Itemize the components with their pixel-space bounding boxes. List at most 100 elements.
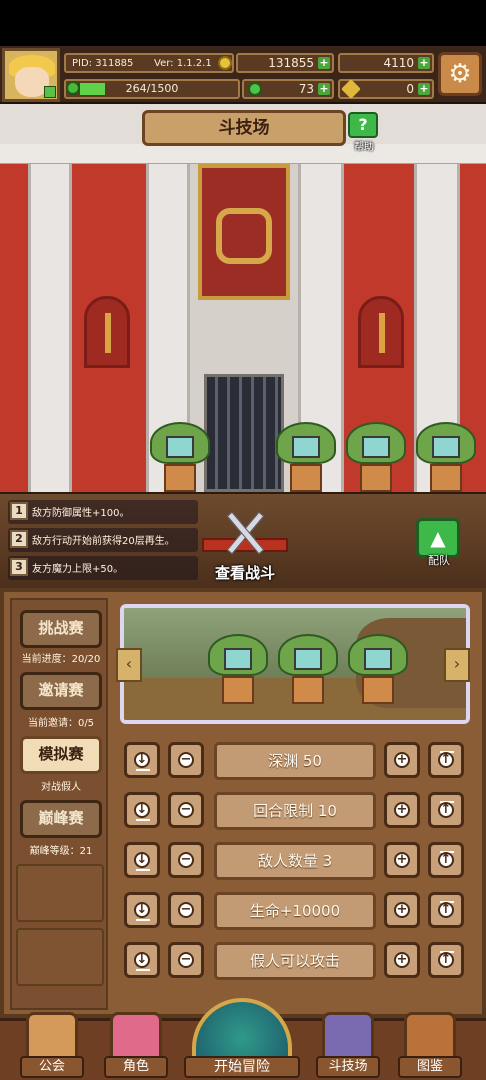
setting-value: 回合限制 10 [214,792,376,830]
max-button[interactable]: ↑ [428,742,464,778]
setting-row-dummy-attack: ↓ − 假人可以攻击 + ↑ [124,942,466,982]
gem-counter: 4110 + [338,53,434,73]
pillar [28,164,72,492]
setting-row-hp: ↓ − 生命+10000 + ↑ [124,892,466,932]
help-button[interactable]: ? 帮助 [348,112,380,153]
key-icon [341,79,361,99]
gold-coin-icon [218,56,232,70]
setting-value: 假人可以攻击 [214,942,376,980]
setting-value: 生命+10000 [214,892,376,930]
modifier-number: 3 [10,558,28,576]
gold-counter: 131855 + [236,53,334,73]
increase-button[interactable]: + [384,742,420,778]
key-value: 0 [406,82,414,96]
team-label: 配队 [428,554,450,567]
decrease-button[interactable]: − [168,742,204,778]
nav-character[interactable]: 角色 [104,1012,168,1078]
clover-counter: 73 + [242,79,334,99]
settings-gear-icon[interactable]: ⚙ [438,52,482,96]
modifier-number: 1 [10,502,28,520]
modifier-row: 1 敌方防御属性+100。 [8,500,198,524]
max-button[interactable]: ↑ [428,942,464,978]
stamina-bar: 264/1500 [64,79,240,99]
crossed-swords-icon [218,508,272,558]
increase-button[interactable]: + [384,792,420,828]
plant-dummy-sprite [416,422,476,492]
sword-niche [84,296,130,368]
empty-mode-slot [16,864,104,922]
sword-icon [105,313,111,353]
min-button[interactable]: ↓ [124,892,160,928]
add-gold-button[interactable]: + [318,57,330,69]
decrease-button[interactable]: − [168,892,204,928]
arena-banner [198,164,290,300]
preview-dummy-sprite [278,634,338,706]
mode-simulation-desc: 对战假人 [41,782,81,793]
nav-codex[interactable]: 图鉴 [398,1012,462,1078]
avatar-badge-icon [44,86,56,98]
increase-button[interactable]: + [384,942,420,978]
nav-guild-label: 公会 [20,1056,84,1078]
max-button[interactable]: ↑ [428,842,464,878]
mode-simulation-button[interactable]: 模拟赛 [20,736,102,774]
team-setup-button[interactable]: ▲ 配队 [416,518,462,570]
player-avatar[interactable] [2,48,60,102]
mode-invitational-button[interactable]: 邀请赛 [20,672,102,710]
decrease-button[interactable]: − [168,792,204,828]
preview-next-arrow-icon[interactable]: › [444,648,470,682]
modifier-row: 2 敌方行动开始前获得20层再生。 [8,528,198,552]
setting-row-enemies: ↓ − 敌人数量 3 + ↑ [124,842,466,882]
sword-niche [358,296,404,368]
mode-peak-button[interactable]: 巅峰赛 [20,800,102,838]
plant-dummy-sprite [346,422,406,492]
status-bar-area [0,0,486,46]
min-button[interactable]: ↓ [124,842,160,878]
mode-column: 挑战赛 当前进度：20/20 邀请赛 当前邀请：0/5 模拟赛 对战假人 巅峰赛… [10,598,108,1010]
sword-icon [379,313,385,353]
modifier-row: 3 友方魔力上限+50。 [8,556,198,580]
add-clover-button[interactable]: + [318,83,330,95]
preview-dummy-sprite [348,634,408,706]
preview-prev-arrow-icon[interactable]: ‹ [116,648,142,682]
mode-invitational-progress: 当前邀请：0/5 [27,718,95,729]
nav-start-adventure[interactable]: 开始冒险 [184,998,300,1080]
guild-hall-icon [26,1012,78,1060]
plant-dummy-sprite [150,422,210,492]
battle-preview [120,604,470,724]
modifier-text: 敌方行动开始前获得20层再生。 [32,536,175,547]
nav-character-label: 角色 [104,1056,168,1078]
min-button[interactable]: ↓ [124,742,160,778]
arena-scene [0,104,486,492]
stamina-value: 264/1500 [125,82,179,95]
plant-dummy-sprite [276,422,336,492]
help-label: 帮助 [354,142,374,153]
book-icon [404,1012,456,1060]
clover-icon [248,82,262,96]
setting-row-depth: ↓ − 深渊 50 + ↑ [124,742,466,782]
pid-text: PID: 311885 [72,58,134,69]
page-title: 斗技场 [142,110,346,146]
modifier-text: 友方魔力上限+50。 [32,564,124,575]
banner-emblem-icon [216,208,272,264]
stamina-icon [66,81,80,95]
pid-version-box: PID: 311885 Ver: 1.1.2.1 [64,53,234,73]
nav-guild[interactable]: 公会 [20,1012,84,1078]
nav-arena[interactable]: 斗技场 [316,1012,380,1078]
min-button[interactable]: ↓ [124,792,160,828]
gold-value: 131855 [268,56,314,70]
add-gem-button[interactable]: + [418,57,430,69]
max-button[interactable]: ↑ [428,892,464,928]
view-battle-button[interactable]: 查看战斗 [200,508,290,582]
decrease-button[interactable]: − [168,942,204,978]
mode-challenge-button[interactable]: 挑战赛 [20,610,102,648]
increase-button[interactable]: + [384,842,420,878]
preview-dummy-sprite [208,634,268,706]
decrease-button[interactable]: − [168,842,204,878]
increase-button[interactable]: + [384,892,420,928]
add-key-button[interactable]: + [418,83,430,95]
min-button[interactable]: ↓ [124,942,160,978]
max-button[interactable]: ↑ [428,792,464,828]
nav-adventure-label: 开始冒险 [184,1056,300,1078]
roof-ledge [0,144,486,166]
mode-peak-level: 巅峰等级：21 [29,846,93,857]
